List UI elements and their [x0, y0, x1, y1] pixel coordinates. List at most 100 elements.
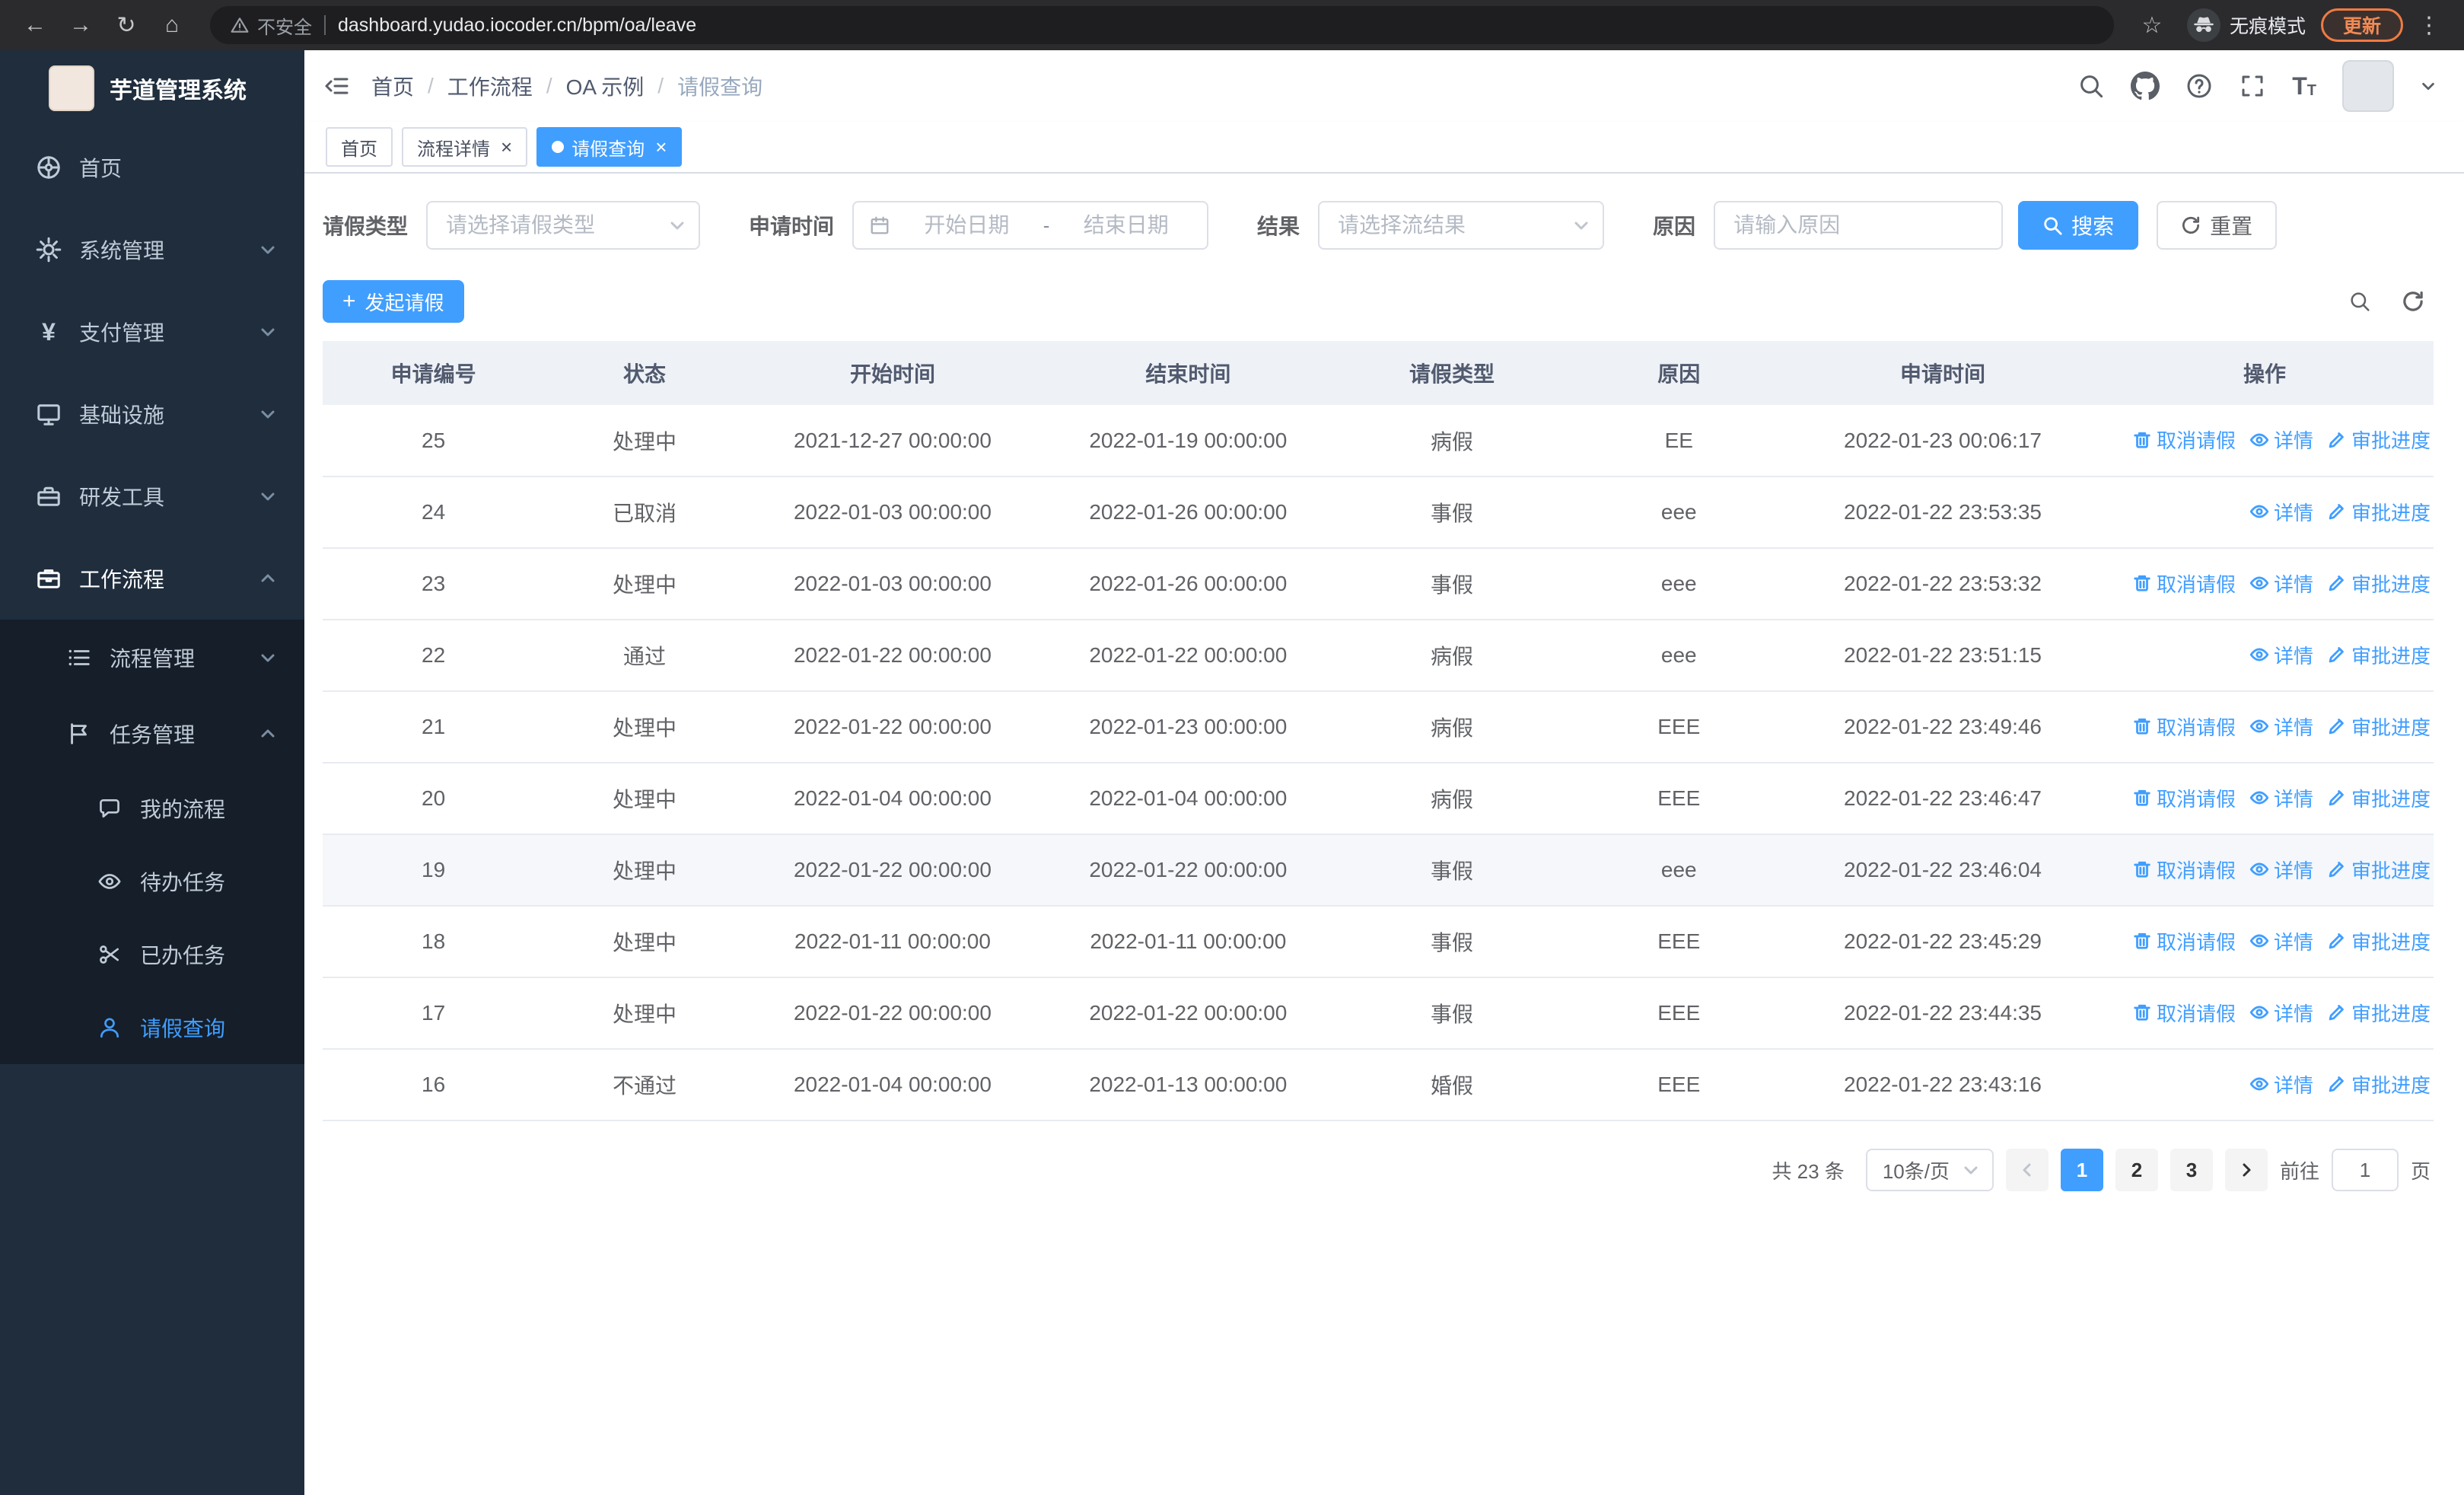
cancel-leave-link[interactable]: 取消请假 — [2132, 569, 2236, 598]
detail-link[interactable]: 详情 — [2249, 569, 2313, 598]
security-warning[interactable]: 不安全 — [230, 12, 312, 39]
end-date-input[interactable] — [1060, 213, 1192, 237]
avatar-caret-icon[interactable] — [2420, 78, 2437, 94]
next-page-button[interactable] — [2224, 1149, 2268, 1191]
page-button-2[interactable]: 2 — [2115, 1149, 2158, 1191]
sidebar-item-my-processes[interactable]: 我的流程 — [0, 772, 304, 845]
approval-progress-link[interactable]: 审批进度 — [2327, 498, 2431, 526]
sidebar-item-payment-management[interactable]: ¥ 支付管理 — [0, 291, 304, 373]
cancel-leave-link[interactable]: 取消请假 — [2132, 999, 2236, 1027]
bookmark-star-icon[interactable]: ☆ — [2132, 5, 2172, 45]
reload-icon[interactable]: ↻ — [107, 5, 146, 45]
tab-home[interactable]: 首页 — [326, 127, 393, 167]
detail-link[interactable]: 详情 — [2249, 856, 2313, 884]
cancel-leave-link[interactable]: 取消请假 — [2132, 856, 2236, 884]
cancel-leave-link[interactable]: 取消请假 — [2132, 712, 2236, 741]
browser-update-button[interactable]: 更新 — [2320, 8, 2403, 42]
address-bar[interactable]: 不安全 dashboard.yudao.iocoder.cn/bpm/oa/le… — [210, 6, 2114, 44]
search-icon[interactable] — [2077, 72, 2105, 100]
sidebar-item-infrastructure[interactable]: 基础设施 — [0, 373, 304, 455]
page-button-1[interactable]: 1 — [2060, 1149, 2103, 1191]
detail-link[interactable]: 详情 — [2249, 784, 2313, 812]
fullscreen-icon[interactable] — [2239, 72, 2266, 100]
detail-link[interactable]: 详情 — [2249, 641, 2313, 669]
approval-progress-link[interactable]: 审批进度 — [2327, 426, 2431, 454]
cell-leave-type: 事假 — [1335, 477, 1568, 549]
refresh-table-icon[interactable] — [2402, 290, 2424, 313]
breadcrumb-item[interactable]: 工作流程 — [447, 71, 533, 101]
leave-type-select[interactable] — [426, 201, 701, 250]
approval-progress-link[interactable]: 审批进度 — [2327, 856, 2431, 884]
reason-input[interactable] — [1733, 213, 1984, 237]
sidebar-item-dev-tools[interactable]: 研发工具 — [0, 455, 304, 537]
sidebar-fold-icon[interactable] — [323, 72, 350, 100]
page-button-3[interactable]: 3 — [2170, 1149, 2213, 1191]
app-logo[interactable]: 芋道管理系统 — [0, 50, 304, 126]
cell-status: 处理中 — [544, 977, 745, 1050]
approval-progress-link[interactable]: 审批进度 — [2327, 712, 2431, 741]
filter-form: 请假类型 申请时间 - — [323, 201, 2434, 250]
approval-progress-link[interactable]: 审批进度 — [2327, 641, 2431, 669]
approval-progress-link[interactable]: 审批进度 — [2327, 999, 2431, 1027]
toggle-search-icon[interactable] — [2348, 290, 2371, 313]
sidebar-item-task-management[interactable]: 任务管理 — [0, 696, 304, 772]
home-icon[interactable]: ⌂ — [152, 5, 192, 45]
pagination: 共 23 条 10条/页 123 前往 页 — [323, 1149, 2434, 1191]
detail-link[interactable]: 详情 — [2249, 927, 2313, 955]
approval-progress-link[interactable]: 审批进度 — [2327, 927, 2431, 955]
detail-link[interactable]: 详情 — [2249, 426, 2313, 454]
tab-process-detail[interactable]: 流程详情 × — [402, 127, 528, 167]
create-leave-button[interactable]: + 发起请假 — [323, 280, 464, 323]
sidebar-item-leave-query[interactable]: 请假查询 — [0, 991, 304, 1064]
cell-reason: eee — [1568, 477, 1790, 549]
search-button[interactable]: 搜索 — [2018, 201, 2139, 250]
detail-link[interactable]: 详情 — [2249, 1070, 2313, 1098]
incognito-icon — [2186, 8, 2220, 42]
yen-icon: ¥ — [42, 317, 56, 346]
cell-end-time: 2022-01-23 00:00:00 — [1040, 691, 1336, 763]
prev-page-button[interactable] — [2005, 1149, 2049, 1191]
font-size-icon[interactable]: TT — [2292, 74, 2316, 98]
cell-actions: 详情 审批进度 — [2096, 477, 2434, 549]
cell-end-time: 2022-01-26 00:00:00 — [1040, 548, 1336, 620]
sidebar-item-home[interactable]: 首页 — [0, 126, 304, 209]
forward-icon[interactable]: → — [61, 5, 100, 45]
detail-link[interactable]: 详情 — [2249, 999, 2313, 1027]
approval-progress-link[interactable]: 审批进度 — [2327, 569, 2431, 598]
approval-progress-link[interactable]: 审批进度 — [2327, 784, 2431, 812]
sidebar-item-workflow[interactable]: 工作流程 — [0, 537, 304, 620]
cancel-leave-link[interactable]: 取消请假 — [2132, 927, 2236, 955]
sidebar-item-system-management[interactable]: 系统管理 — [0, 209, 304, 291]
cell-actions: 取消请假 详情 审批进度 — [2096, 691, 2434, 763]
table-toolbar: + 发起请假 — [323, 280, 2434, 323]
help-icon[interactable] — [2185, 72, 2213, 100]
cancel-leave-link[interactable]: 取消请假 — [2132, 784, 2236, 812]
user-avatar[interactable] — [2342, 60, 2394, 112]
close-icon[interactable]: × — [501, 137, 512, 157]
approval-progress-link[interactable]: 审批进度 — [2327, 1070, 2431, 1098]
detail-link[interactable]: 详情 — [2249, 712, 2313, 741]
close-icon[interactable]: × — [655, 137, 667, 157]
cancel-leave-link[interactable]: 取消请假 — [2132, 426, 2236, 454]
page-size-select[interactable]: 10条/页 — [1865, 1149, 1994, 1191]
browser-menu-icon[interactable]: ⋮ — [2409, 5, 2449, 45]
leave-type-select-input[interactable] — [446, 213, 663, 237]
result-select-input[interactable] — [1338, 213, 1567, 237]
breadcrumb-item[interactable]: 首页 — [371, 71, 414, 101]
briefcase-icon — [33, 565, 64, 592]
detail-link[interactable]: 详情 — [2249, 498, 2313, 526]
sidebar-item-pending-tasks[interactable]: 待办任务 — [0, 845, 304, 918]
reason-input-wrap[interactable] — [1714, 201, 2004, 250]
result-select[interactable] — [1318, 201, 1605, 250]
back-icon[interactable]: ← — [15, 5, 55, 45]
sidebar-item-done-tasks[interactable]: 已办任务 — [0, 918, 304, 991]
goto-page-input[interactable] — [2331, 1149, 2399, 1191]
reset-button[interactable]: 重置 — [2157, 201, 2278, 250]
tab-leave-query[interactable]: 请假查询 × — [536, 127, 683, 167]
start-date-input[interactable] — [901, 213, 1033, 237]
apply-time-range-picker[interactable]: - — [852, 201, 1209, 250]
github-icon[interactable] — [2131, 72, 2160, 100]
breadcrumb-item[interactable]: OA 示例 — [566, 71, 645, 101]
cell-status: 处理中 — [544, 763, 745, 835]
sidebar-item-process-management[interactable]: 流程管理 — [0, 620, 304, 696]
